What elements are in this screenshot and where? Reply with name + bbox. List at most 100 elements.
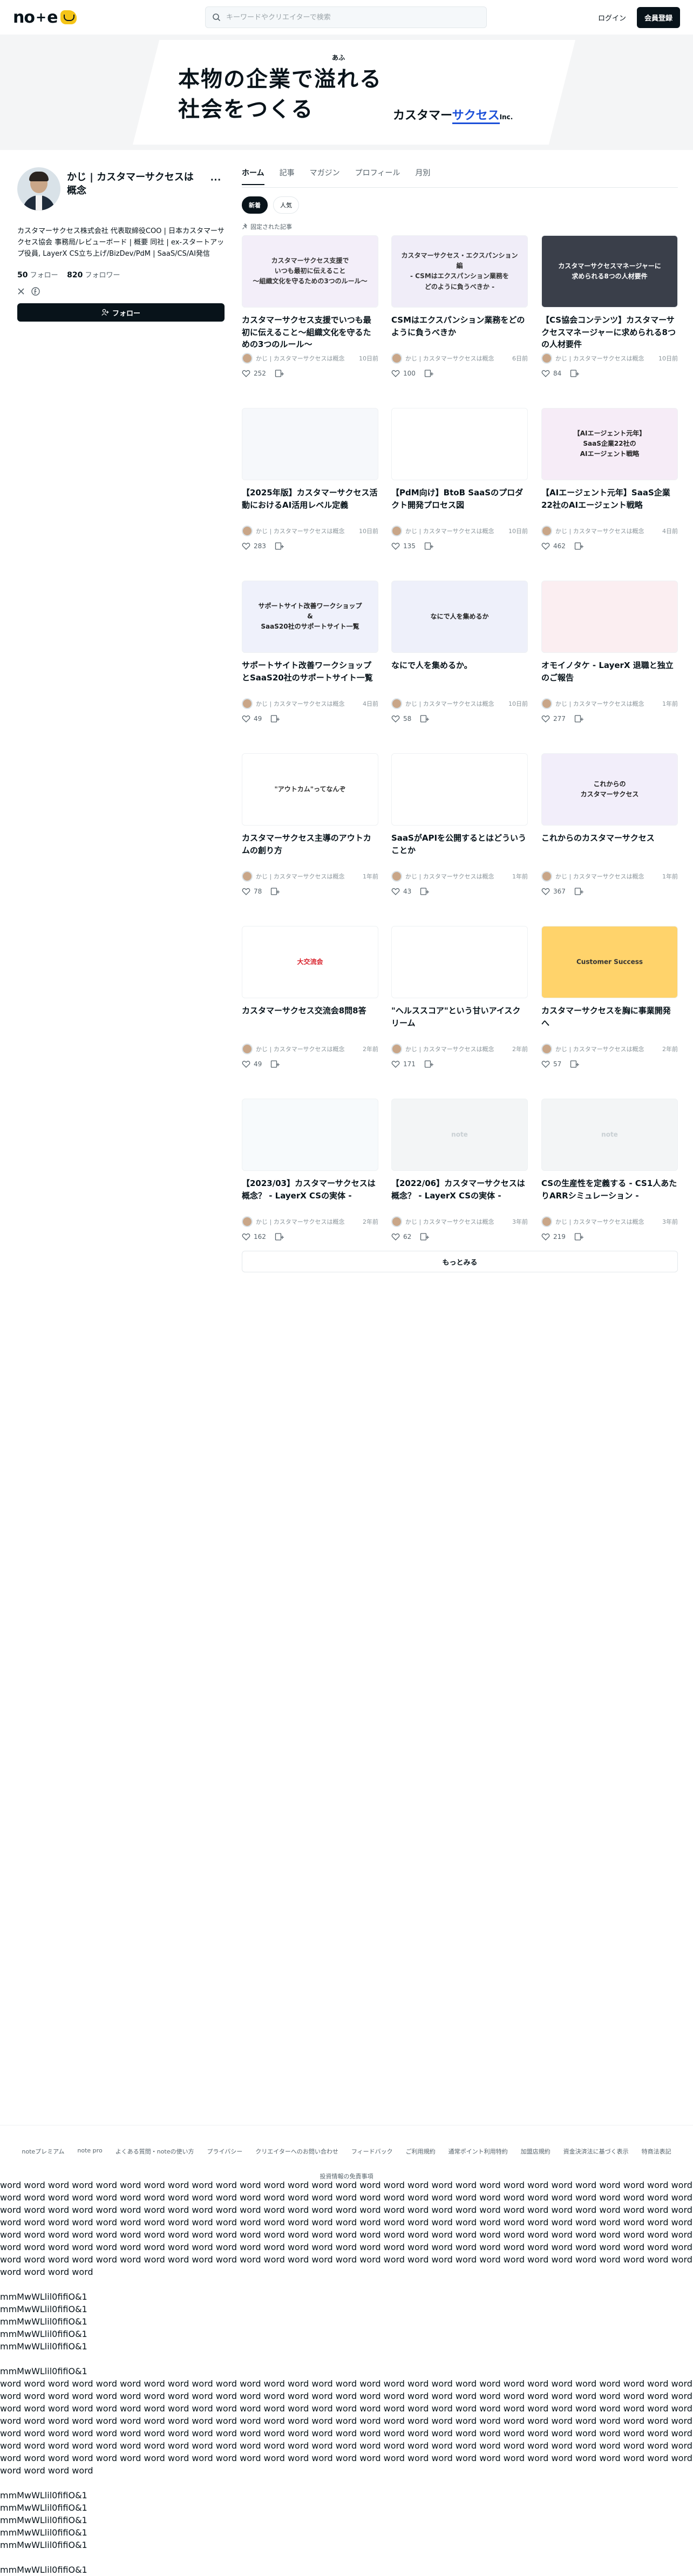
magazine-add-icon[interactable] <box>420 1232 430 1241</box>
heart-icon[interactable] <box>242 542 250 550</box>
article-card[interactable]: note CSの生産性を定義する - CS1人あたりARRシミュレーション - かじ… <box>541 1099 678 1241</box>
heart-icon[interactable] <box>391 1060 400 1068</box>
article-title[interactable]: 【AIエージェント元年】SaaS企業22社のAIエージェント戦略 <box>541 487 678 522</box>
article-thumbnail[interactable]: 大交流会 <box>242 926 378 998</box>
article-thumbnail[interactable] <box>391 926 528 998</box>
tab-profile[interactable]: プロフィール <box>355 167 400 185</box>
article-card[interactable]: "ヘルススコア"という甘いアイスクリーム かじ | カスタマーサクセスは概念 2年前… <box>391 926 528 1068</box>
article-card[interactable]: カスタマーサクセス支援で いつも最初に伝えること 〜組織文化を守るための3つのル… <box>242 235 378 378</box>
footer-link[interactable]: 特商法表記 <box>642 2147 671 2156</box>
followers-count[interactable]: 820 <box>67 271 83 280</box>
author-avatar[interactable] <box>242 526 253 536</box>
magazine-add-icon[interactable] <box>420 887 430 896</box>
heart-icon[interactable] <box>541 542 550 550</box>
tab-monthly[interactable]: 月別 <box>415 167 430 185</box>
magazine-add-icon[interactable] <box>570 1060 580 1068</box>
article-card[interactable]: "アウトカム"ってなんぞ カスタマーサクセス主導のアウトカムの創り方 かじ | カス… <box>242 753 378 896</box>
article-thumbnail[interactable]: Customer Success <box>541 926 678 998</box>
heart-icon[interactable] <box>541 369 550 378</box>
author-avatar[interactable] <box>541 1216 552 1227</box>
author-avatar[interactable] <box>541 353 552 364</box>
x-icon[interactable] <box>17 288 25 295</box>
article-title[interactable]: 【CS協会コンテンツ】カスタマーサクセスマネージャーに求められる8つの人材要件 <box>541 314 678 350</box>
article-card[interactable]: オモイノタケ - LayerX 退職と独立のご報告 かじ | カスタマーサクセスは… <box>541 581 678 723</box>
author-name[interactable]: かじ | カスタマーサクセスは概念 <box>256 527 355 535</box>
article-thumbnail[interactable]: カスタマーサクセスマネージャーに 求められる8つの人材要件 <box>541 235 678 308</box>
heart-icon[interactable] <box>391 1232 400 1241</box>
author-avatar[interactable] <box>242 871 253 882</box>
author-avatar[interactable] <box>541 526 552 536</box>
more-options-button[interactable]: ··· <box>207 172 225 189</box>
heart-icon[interactable] <box>242 369 250 378</box>
author-name[interactable]: かじ | カスタマーサクセスは概念 <box>555 354 654 363</box>
article-thumbnail[interactable]: 【AIエージェント元年】 SaaS企業22社の AIエージェント戦略 <box>541 408 678 480</box>
article-title[interactable]: 【2022/06】カスタマーサクセスは概念？ - LayerX CSの実体 - <box>391 1177 528 1213</box>
author-avatar[interactable] <box>541 871 552 882</box>
magazine-add-icon[interactable] <box>270 887 280 896</box>
magazine-add-icon[interactable] <box>424 542 434 550</box>
author-avatar[interactable] <box>242 698 253 709</box>
article-title[interactable]: なにで人を集めるか。 <box>391 659 528 695</box>
author-name[interactable]: かじ | カスタマーサクセスは概念 <box>555 527 658 535</box>
magazine-add-icon[interactable] <box>424 1060 434 1068</box>
heart-icon[interactable] <box>391 542 400 550</box>
footer-link[interactable]: noteプレミアム <box>22 2147 64 2156</box>
search-box[interactable] <box>205 6 487 28</box>
tab-home[interactable]: ホーム <box>242 167 264 185</box>
article-title[interactable]: カスタマーサクセス交流会8問8答 <box>242 1005 378 1040</box>
magazine-add-icon[interactable] <box>570 369 580 378</box>
author-avatar[interactable] <box>541 1044 552 1054</box>
heart-icon[interactable] <box>541 1232 550 1241</box>
author-avatar[interactable] <box>391 1044 402 1054</box>
article-thumbnail[interactable] <box>391 753 528 826</box>
author-avatar[interactable] <box>242 353 253 364</box>
article-title[interactable]: "ヘルススコア"という甘いアイスクリーム <box>391 1005 528 1040</box>
footer-link[interactable]: ご利用規約 <box>406 2147 436 2156</box>
article-thumbnail[interactable]: note <box>391 1099 528 1171</box>
footer-link[interactable]: よくある質問・noteの使い方 <box>116 2147 194 2156</box>
article-thumbnail[interactable]: note <box>541 1099 678 1171</box>
magazine-add-icon[interactable] <box>420 714 430 723</box>
article-title[interactable]: サポートサイト改善ワークショップとSaaS20社のサポートサイト一覧 <box>242 659 378 695</box>
magazine-add-icon[interactable] <box>270 714 280 723</box>
heart-icon[interactable] <box>391 887 400 896</box>
load-more-button[interactable]: もっとみる <box>242 1251 678 1272</box>
article-card[interactable]: これからの カスタマーサクセス これからのカスタマーサクセス かじ | カスタマーサ… <box>541 753 678 896</box>
author-name[interactable]: かじ | カスタマーサクセスは概念 <box>555 699 658 708</box>
article-card[interactable]: サポートサイト改善ワークショップ & SaaS20社のサポートサイト一覧サポート… <box>242 581 378 723</box>
article-title[interactable]: 【2025年版】カスタマーサクセス活動におけるAI活用レベル定義 <box>242 487 378 522</box>
footer-link[interactable]: クリエイターへのお問い合わせ <box>255 2147 338 2156</box>
article-thumbnail[interactable]: カスタマーサクセス・エクスパンション編 - CSMはエクスパンション業務を どの… <box>391 235 528 308</box>
article-title[interactable]: これからのカスタマーサクセス <box>541 832 678 868</box>
author-name[interactable]: かじ | カスタマーサクセスは概念 <box>405 872 508 881</box>
heart-icon[interactable] <box>541 887 550 896</box>
article-thumbnail[interactable]: "アウトカム"ってなんぞ <box>242 753 378 826</box>
footer-link[interactable]: 通常ポイント利用特約 <box>449 2147 508 2156</box>
chip-new[interactable]: 新着 <box>242 196 268 214</box>
following-count[interactable]: 50 <box>17 271 28 280</box>
article-card[interactable]: 【AIエージェント元年】 SaaS企業22社の AIエージェント戦略【AIエージ… <box>541 408 678 550</box>
magazine-add-icon[interactable] <box>424 369 434 378</box>
login-button[interactable]: ログイン <box>598 12 626 23</box>
article-card[interactable]: Customer Success カスタマーサクセスを胸に事業開発へ かじ | カス… <box>541 926 678 1068</box>
heart-icon[interactable] <box>541 1060 550 1068</box>
heart-icon[interactable] <box>391 714 400 723</box>
author-avatar[interactable] <box>391 526 402 536</box>
author-name[interactable]: かじ | カスタマーサクセスは概念 <box>555 872 658 881</box>
author-name[interactable]: かじ | カスタマーサクセスは概念 <box>555 1045 658 1053</box>
signup-button[interactable]: 会員登録 <box>636 6 680 28</box>
author-name[interactable]: かじ | カスタマーサクセスは概念 <box>256 1045 358 1053</box>
article-thumbnail[interactable] <box>242 408 378 480</box>
article-card[interactable]: SaaSがAPIを公開するとはどういうことか かじ | カスタマーサクセスは概念 1… <box>391 753 528 896</box>
footer-link[interactable]: 資金決済法に基づく表示 <box>563 2147 629 2156</box>
heart-icon[interactable] <box>541 714 550 723</box>
note-logo[interactable]: no + e <box>13 8 77 27</box>
article-thumbnail[interactable]: サポートサイト改善ワークショップ & SaaS20社のサポートサイト一覧 <box>242 581 378 653</box>
author-name[interactable]: かじ | カスタマーサクセスは概念 <box>405 354 508 363</box>
magazine-add-icon[interactable] <box>275 369 284 378</box>
facebook-icon[interactable] <box>31 287 40 296</box>
author-avatar[interactable] <box>391 1216 402 1227</box>
article-thumbnail[interactable]: カスタマーサクセス支援で いつも最初に伝えること 〜組織文化を守るための3つのル… <box>242 235 378 308</box>
author-name[interactable]: かじ | カスタマーサクセスは概念 <box>256 1217 358 1226</box>
tab-magazine[interactable]: マガジン <box>310 167 340 185</box>
